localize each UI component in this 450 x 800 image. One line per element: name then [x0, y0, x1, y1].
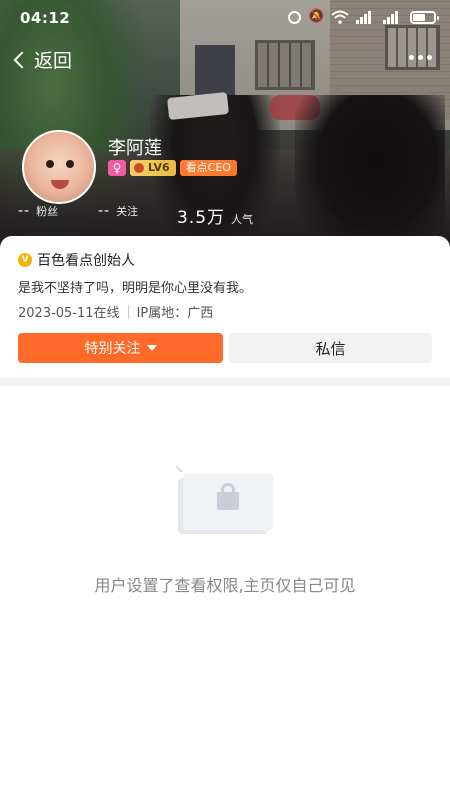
fans-label: 粉丝 — [36, 205, 59, 218]
battery-icon — [410, 10, 439, 24]
bio-text: 是我不坚持了吗，明明是你心里没有我。 — [18, 281, 253, 296]
private-message-label: 私信 — [315, 339, 346, 358]
popularity-label: 人气 — [231, 213, 254, 226]
chevron-left-icon — [13, 51, 31, 68]
ceo-badge[interactable]: 看点CEO — [179, 160, 237, 176]
special-follow-label: 特别关注 — [84, 341, 141, 357]
following-count: -- — [98, 203, 111, 219]
badge-row: ♀ LV6 看点CEO — [108, 160, 237, 176]
verified-title: 百色看点创始人 — [37, 253, 135, 269]
wifi-icon — [331, 10, 349, 24]
signal-icon — [383, 10, 403, 24]
more-dots-icon — [409, 55, 414, 60]
username: 李阿莲 — [108, 138, 162, 159]
section-divider — [0, 378, 450, 386]
signal-icon — [356, 10, 376, 24]
last-online: 2023-05-11在线 — [18, 306, 120, 321]
level-badge[interactable]: LV6 — [130, 160, 176, 176]
back-button[interactable]: 返回 — [12, 46, 72, 73]
female-icon: ♀ — [108, 160, 126, 176]
mute-icon: 🔕 — [308, 9, 325, 24]
private-message-button[interactable]: 私信 — [229, 333, 432, 363]
fans-count: -- — [18, 203, 31, 219]
empty-state-message: 用户设置了查看权限,主页仅自己可见 — [94, 576, 356, 595]
meta-divider — [127, 304, 129, 319]
popularity-stat: 3.5万 人气 — [177, 203, 253, 228]
ip-location: IP属地：广西 — [136, 306, 214, 321]
following-label: 关注 — [116, 205, 139, 218]
status-bar: 04:12 🔕 — [0, 0, 450, 36]
back-label: 返回 — [34, 50, 73, 72]
special-follow-button[interactable]: 特别关注 — [18, 333, 223, 363]
verified-title-row: V 百色看点创始人 — [18, 250, 135, 270]
caret-down-icon — [146, 345, 157, 351]
avatar[interactable] — [22, 130, 96, 204]
popularity-count: 3.5万 — [177, 208, 226, 228]
fans-stat[interactable]: -- 粉丝 — [18, 203, 58, 219]
following-stat[interactable]: -- 关注 — [98, 203, 138, 219]
status-time: 04:12 — [20, 9, 71, 27]
alarm-icon — [288, 10, 301, 24]
lock-icon — [175, 465, 275, 538]
meta-row: 2023-05-11在线 IP属地：广西 — [18, 302, 213, 321]
verified-icon: V — [18, 253, 32, 267]
profile-info-card: V 百色看点创始人 是我不坚持了吗，明明是你心里没有我。 2023-05-11在… — [0, 236, 450, 378]
more-options-button[interactable] — [409, 55, 432, 60]
